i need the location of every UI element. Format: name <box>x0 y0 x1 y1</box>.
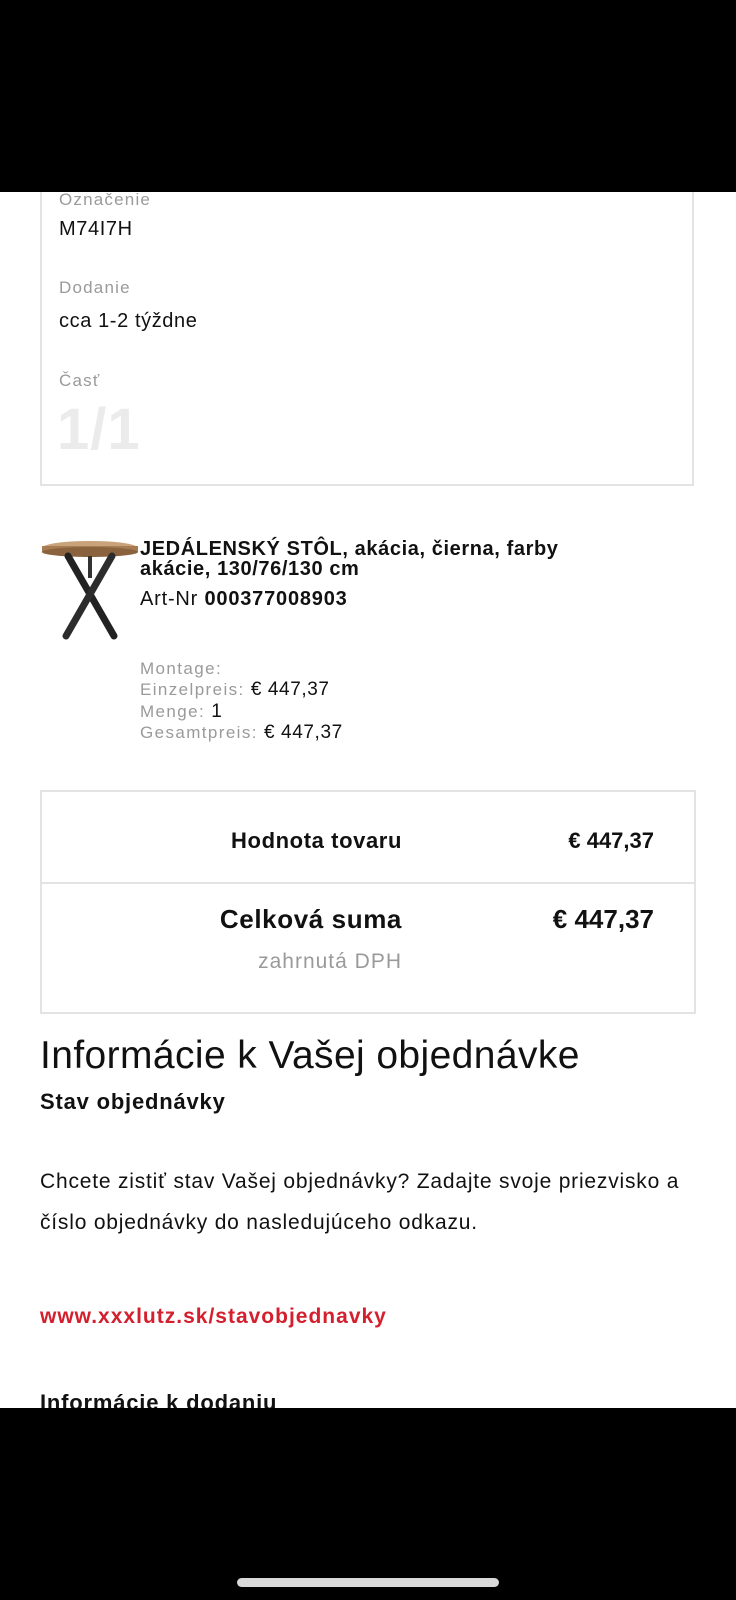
grand-total-amount: € 447,37 <box>552 904 654 934</box>
designation-label: Označenie <box>59 192 152 209</box>
goods-value-amount: € 447,37 <box>568 828 654 853</box>
order-status-heading: Stav objednávky <box>40 1089 226 1114</box>
vat-included-note: zahrnutá DPH <box>258 950 402 973</box>
article-number-line: Art-Nr 000377008903 <box>140 588 348 611</box>
home-indicator[interactable] <box>237 1578 499 1587</box>
part-value: 1/1 <box>57 397 141 462</box>
quantity-label: Menge: <box>140 702 206 721</box>
goods-value-label: Hodnota tovaru <box>231 828 402 853</box>
order-status-paragraph: Chcete zistiť stav Vašej objednávky? Zad… <box>40 1170 680 1234</box>
status-bar-area <box>0 0 736 192</box>
article-number-value: 000377008903 <box>204 588 348 610</box>
order-status-link[interactable]: www.xxxlutz.sk/stavobjednavky <box>40 1305 387 1329</box>
totals-divider <box>42 882 694 884</box>
montage-label: Montage: <box>140 659 223 678</box>
total-price-label: Gesamtpreis: <box>140 723 258 742</box>
grand-total-label: Celková suma <box>219 904 402 934</box>
order-totals-table: Hodnota tovaru € 447,37 Celková suma € 4… <box>40 790 696 1014</box>
order-info-title: Informácie k Vašej objednávke <box>40 1034 580 1077</box>
delivery-info-card: Označenie M74I7H Dodanie cca 1-2 týždne … <box>40 192 694 486</box>
delivery-info-heading: Informácie k dodaniu <box>40 1390 278 1408</box>
unit-price-row: Einzelpreis: € 447,37 <box>140 679 330 700</box>
unit-price-value: € 447,37 <box>250 679 330 700</box>
order-confirmation-page: Označenie M74I7H Dodanie cca 1-2 týždne … <box>0 192 736 1408</box>
quantity-value: 1 <box>211 701 223 722</box>
delivery-value: cca 1-2 týždne <box>59 310 198 332</box>
part-label: Časť <box>59 371 101 390</box>
bottom-black-area <box>0 1408 736 1600</box>
quantity-row: Menge: 1 <box>140 701 222 722</box>
delivery-label: Dodanie <box>59 278 131 297</box>
unit-price-label: Einzelpreis: <box>140 680 245 699</box>
designation-value: M74I7H <box>59 218 133 240</box>
total-price-row: Gesamtpreis: € 447,37 <box>140 722 343 743</box>
round-dining-table-image <box>40 538 140 642</box>
montage-row: Montage: <box>140 658 222 679</box>
total-price-value: € 447,37 <box>264 722 343 743</box>
product-title: JEDÁLENSKÝ STÔL, akácia, čierna, farby a… <box>140 539 700 579</box>
product-title-line-1: JEDÁLENSKÝ STÔL, akácia, čierna, farby <box>140 538 559 560</box>
article-number-label: Art-Nr <box>140 588 199 610</box>
product-title-line-2: akácie, 130/76/130 cm <box>140 558 360 580</box>
